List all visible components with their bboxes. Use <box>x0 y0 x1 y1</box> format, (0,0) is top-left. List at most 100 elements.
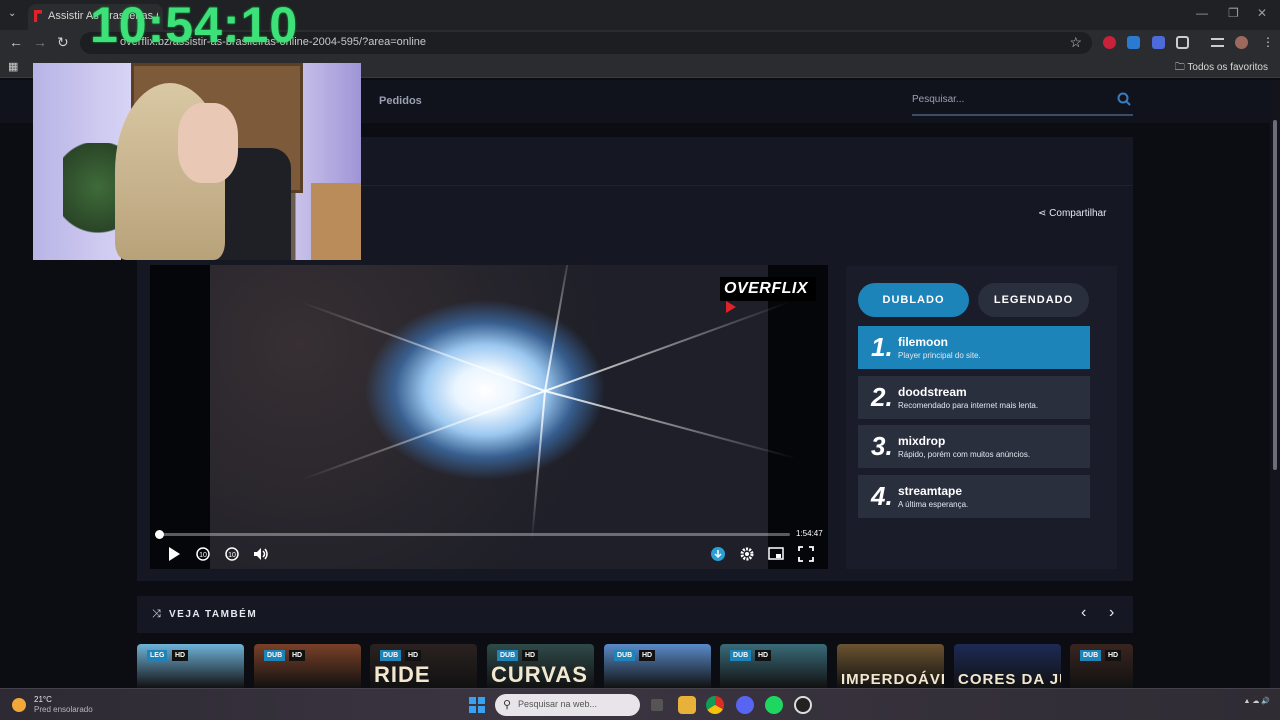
site-search <box>912 88 1133 116</box>
clock-overlay: 10:54:10 <box>90 0 299 53</box>
server-item-doodstream[interactable]: 2. doodstream Recomendado para internet … <box>858 376 1090 419</box>
related-card[interactable]: LEG HD <box>137 644 244 688</box>
close-window-icon[interactable]: ✕ <box>1257 6 1267 20</box>
webcam-overlay <box>33 63 361 260</box>
profile-avatar[interactable] <box>1235 36 1248 49</box>
fullscreen-icon[interactable] <box>798 546 814 562</box>
server-name: filemoon <box>898 335 948 349</box>
settings-gear-icon[interactable] <box>739 546 755 562</box>
forward-icon[interactable]: → <box>33 34 47 50</box>
reading-list-icon[interactable] <box>1211 38 1224 47</box>
server-name: mixdrop <box>898 434 946 448</box>
related-card[interactable]: IMPERDOÁVEL <box>837 644 944 688</box>
download-icon[interactable] <box>710 546 726 562</box>
back-icon[interactable]: ← <box>9 34 23 50</box>
weather-sun-icon <box>12 698 26 712</box>
rewind-10-icon[interactable]: 10 <box>195 546 211 562</box>
server-description: Recomendado para internet mais lenta. <box>898 401 1039 410</box>
svg-text:10: 10 <box>199 552 207 559</box>
card-title: CURVAS <box>491 662 588 687</box>
weather-description: Pred ensolarado <box>34 705 93 714</box>
carousel-prev-icon[interactable]: ‹ <box>1081 604 1086 622</box>
quality-badge: HD <box>522 650 539 661</box>
quality-badge: HD <box>755 650 772 661</box>
server-item-mixdrop[interactable]: 3. mixdrop Rápido, porém com muitos anún… <box>858 425 1090 468</box>
extension-badge-icon[interactable] <box>1152 36 1165 49</box>
minimize-icon[interactable]: — <box>1196 6 1208 20</box>
related-card[interactable]: DUB HD <box>254 644 361 688</box>
share-button[interactable]: ⋖ Compartilhar <box>1038 208 1106 219</box>
file-explorer-icon[interactable] <box>678 696 696 714</box>
video-frame[interactable] <box>210 265 797 569</box>
related-card[interactable]: DUB HD RIDE <box>370 644 477 688</box>
audio-badge: DUB <box>730 650 752 661</box>
windows-taskbar: 21°C Pred ensolarado ⚲ Pesquisar na web.… <box>0 688 1280 720</box>
system-tray[interactable]: ▲ ☁ 🔊 <box>1243 697 1270 705</box>
server-panel: DUBLADO LEGENDADO 1. filemoon Player pri… <box>846 266 1117 569</box>
taskbar-search-placeholder: Pesquisar na web... <box>518 699 598 709</box>
site-favicon-icon <box>34 10 42 22</box>
audio-badge: DUB <box>497 650 519 661</box>
windows-start-icon[interactable] <box>469 697 485 713</box>
subtitled-tab[interactable]: LEGENDADO <box>978 283 1089 317</box>
discord-icon[interactable] <box>736 696 754 714</box>
overflix-logo: OVERFLIX <box>720 277 816 313</box>
related-title: VEJA TAMBÉM <box>169 609 258 620</box>
obs-icon[interactable] <box>794 696 812 714</box>
server-item-filemoon[interactable]: 1. filemoon Player principal do site. <box>858 326 1090 369</box>
extension-icon[interactable] <box>1103 36 1116 49</box>
webcam-face <box>178 103 238 183</box>
chrome-icon[interactable] <box>706 696 724 714</box>
server-description: A última esperança. <box>898 500 969 509</box>
logo-text: OVERFLIX <box>724 280 809 297</box>
volume-icon[interactable] <box>253 546 269 562</box>
reload-icon[interactable]: ↻ <box>57 34 69 51</box>
card-title: RIDE <box>374 662 431 687</box>
server-number: 3. <box>871 431 893 461</box>
progress-knob[interactable] <box>155 530 164 539</box>
server-number: 1. <box>871 332 893 362</box>
play-icon[interactable] <box>166 546 182 562</box>
server-item-streamtape[interactable]: 4. streamtape A última esperança. <box>858 475 1090 518</box>
related-card[interactable]: DUB HD <box>1070 644 1133 688</box>
share-icon: ⋖ <box>1038 208 1047 219</box>
quality-badge: HD <box>289 650 306 661</box>
server-number: 4. <box>871 481 893 511</box>
scrollbar-thumb[interactable] <box>1273 120 1277 470</box>
extensions-puzzle-icon[interactable] <box>1176 36 1189 49</box>
browser-menu-icon[interactable]: ⋮ <box>1262 35 1274 49</box>
weather-temperature: 21°C <box>34 695 52 704</box>
apps-grid-icon[interactable]: ▦ <box>8 60 18 73</box>
audio-badge: DUB <box>1080 650 1102 661</box>
related-card[interactable]: CORES DA JUSTIÇA <box>954 644 1061 688</box>
all-bookmarks-folder[interactable]: 🗀 Todos os favoritos <box>1175 60 1268 77</box>
dubbed-tab[interactable]: DUBLADO <box>858 283 969 317</box>
video-player[interactable]: OVERFLIX 1:54:47 10 10 <box>150 265 828 569</box>
related-card[interactable]: DUB HD <box>604 644 711 688</box>
server-description: Rápido, porém com muitos anúncios. <box>898 450 1031 459</box>
search-icon[interactable] <box>1117 92 1131 106</box>
forward-10-icon[interactable]: 10 <box>224 546 240 562</box>
bookmark-star-icon[interactable]: ☆ <box>1069 34 1082 51</box>
audio-badge: DUB <box>614 650 636 661</box>
related-card[interactable]: DUB HD <box>720 644 827 688</box>
audio-badge: LEG <box>147 650 168 661</box>
related-card[interactable]: DUB HD CURVAS <box>487 644 594 688</box>
shuffle-icon: ⤨ <box>152 608 161 620</box>
taskbar-search[interactable]: ⚲ Pesquisar na web... <box>495 694 640 716</box>
nav-item-pedidos[interactable]: Pedidos <box>379 95 422 107</box>
translate-extension-icon[interactable] <box>1127 36 1140 49</box>
task-view-icon[interactable] <box>651 699 663 711</box>
tab-list-chevron-icon[interactable]: ⌄ <box>8 8 16 19</box>
carousel-next-icon[interactable]: › <box>1109 604 1114 622</box>
duration-label: 1:54:47 <box>796 529 823 538</box>
card-title: CORES DA JUSTIÇA <box>958 671 1061 688</box>
search-input[interactable] <box>912 94 1102 105</box>
restore-icon[interactable]: ❐ <box>1228 6 1239 20</box>
svg-text:10: 10 <box>228 552 236 559</box>
picture-in-picture-icon[interactable] <box>768 546 784 562</box>
page-scrollbar[interactable] <box>1270 80 1280 688</box>
quality-badge: HD <box>639 650 656 661</box>
spotify-icon[interactable] <box>765 696 783 714</box>
progress-bar[interactable] <box>155 530 790 539</box>
